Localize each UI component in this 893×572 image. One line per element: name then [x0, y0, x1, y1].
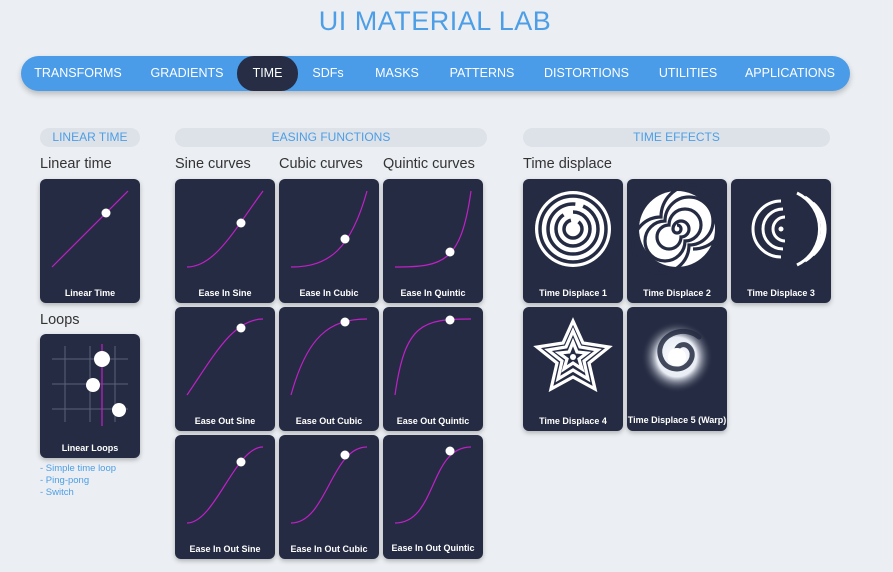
- easing-curve-icon: [290, 190, 368, 268]
- card-ease-out-sine[interactable]: Ease Out Sine: [175, 307, 275, 431]
- tab-sdfs[interactable]: SDFs: [305, 56, 351, 91]
- loops-grid-icon: [52, 344, 128, 426]
- card-ease-in-quintic[interactable]: Ease In Quintic: [383, 179, 483, 303]
- card-ease-in-out-cubic[interactable]: Ease In Out Cubic: [279, 435, 379, 559]
- progress-dot-icon: [340, 317, 350, 327]
- card-ease-in-sine[interactable]: Ease In Sine: [175, 179, 275, 303]
- card-caption: Ease In Cubic: [299, 288, 359, 298]
- progress-dot-icon: [101, 208, 111, 218]
- tab-patterns[interactable]: PATTERNS: [441, 56, 523, 91]
- heading-time-displace: Time displace: [523, 156, 612, 172]
- tab-applications[interactable]: APPLICATIONS: [739, 56, 841, 91]
- card-caption: Ease In Out Sine: [189, 544, 261, 554]
- heading-cubic-curves: Cubic curves: [279, 156, 363, 172]
- link-switch[interactable]: - Switch: [40, 487, 116, 499]
- card-caption: Time Displace 3: [747, 288, 815, 298]
- tab-transforms[interactable]: TRANSFORMS: [25, 56, 131, 91]
- spiral-icon: [631, 183, 727, 275]
- card-ease-in-cubic[interactable]: Ease In Cubic: [279, 179, 379, 303]
- card-caption: Ease Out Sine: [194, 416, 256, 426]
- card-caption: Ease In Sine: [198, 288, 252, 298]
- card-caption: Ease In Quintic: [400, 288, 466, 298]
- card-caption: Ease Out Cubic: [295, 416, 363, 426]
- easing-curve-icon: [290, 317, 368, 396]
- heading-quintic-curves: Quintic curves: [383, 156, 475, 172]
- tab-utilities[interactable]: UTILITIES: [652, 56, 724, 91]
- concentric-rings-icon: [535, 191, 611, 267]
- card-caption: Time Displace 1: [539, 288, 607, 298]
- progress-dot-icon: [445, 446, 455, 456]
- easing-curve-icon: [186, 318, 264, 396]
- link-simple-time-loop[interactable]: - Simple time loop: [40, 463, 116, 475]
- progress-dot-icon: [236, 323, 246, 333]
- tab-gradients[interactable]: GRADIENTS: [140, 56, 234, 91]
- card-caption: Ease In Out Quintic: [391, 543, 475, 553]
- card-caption: Time Displace 2: [643, 288, 711, 298]
- section-linear-time: LINEAR TIME: [40, 128, 140, 147]
- progress-dot-icon: [340, 450, 350, 460]
- card-time-displace-4[interactable]: Time Displace 4: [523, 307, 623, 431]
- star-flower-icon: [533, 317, 613, 393]
- tab-time[interactable]: TIME: [237, 56, 298, 91]
- card-time-displace-2[interactable]: Time Displace 2: [627, 179, 727, 303]
- card-caption: Linear Loops: [61, 443, 119, 453]
- link-ping-pong[interactable]: - Ping-pong: [40, 475, 116, 487]
- heading-linear-time: Linear time: [40, 156, 112, 172]
- heading-sine-curves: Sine curves: [175, 156, 251, 172]
- tab-masks[interactable]: MASKS: [367, 56, 427, 91]
- card-caption: Time Displace 4: [539, 416, 607, 426]
- card-caption: Ease Out Quintic: [396, 416, 470, 426]
- heading-loops: Loops: [40, 312, 80, 328]
- card-ease-out-cubic[interactable]: Ease Out Cubic: [279, 307, 379, 431]
- easing-curve-icon: [394, 190, 472, 268]
- easing-curve-icon: [394, 446, 472, 524]
- easing-curve-icon: [394, 315, 472, 396]
- ripple-arcs-icon: [751, 191, 827, 267]
- easing-curve-icon: [51, 190, 129, 268]
- card-caption: Linear Time: [64, 288, 116, 298]
- tab-distortions[interactable]: DISTORTIONS: [538, 56, 635, 91]
- card-time-displace-3[interactable]: Time Displace 3: [731, 179, 831, 303]
- card-time-displace-1[interactable]: Time Displace 1: [523, 179, 623, 303]
- progress-dot-icon: [340, 234, 350, 244]
- progress-dot-icon: [445, 247, 455, 257]
- section-easing-functions: EASING FUNCTIONS: [175, 128, 487, 147]
- loop-links: - Simple time loop - Ping-pong - Switch: [40, 463, 116, 499]
- page-title: UI MATERIAL LAB: [318, 6, 552, 36]
- card-ease-in-out-quintic[interactable]: Ease In Out Quintic: [383, 435, 483, 559]
- card-caption: Time Displace 5 (Warp): [627, 415, 727, 425]
- easing-curve-icon: [290, 446, 368, 524]
- easing-curve-icon: [186, 446, 264, 524]
- card-linear-loops[interactable]: Linear Loops: [40, 334, 140, 458]
- card-linear-time[interactable]: Linear Time: [40, 179, 140, 303]
- progress-dot-icon: [236, 457, 246, 467]
- card-ease-out-quintic[interactable]: Ease Out Quintic: [383, 307, 483, 431]
- easing-curve-icon: [186, 190, 264, 268]
- section-time-effects: TIME EFFECTS: [523, 128, 830, 147]
- card-caption: Ease In Out Cubic: [290, 544, 368, 554]
- progress-dot-icon: [236, 218, 246, 228]
- progress-dot-icon: [445, 315, 455, 325]
- main-nav: TRANSFORMS GRADIENTS TIME SDFs MASKS PAT…: [21, 56, 850, 91]
- warp-swirl-icon: [641, 321, 713, 393]
- card-ease-in-out-sine[interactable]: Ease In Out Sine: [175, 435, 275, 559]
- card-time-displace-5[interactable]: Time Displace 5 (Warp): [627, 307, 727, 431]
